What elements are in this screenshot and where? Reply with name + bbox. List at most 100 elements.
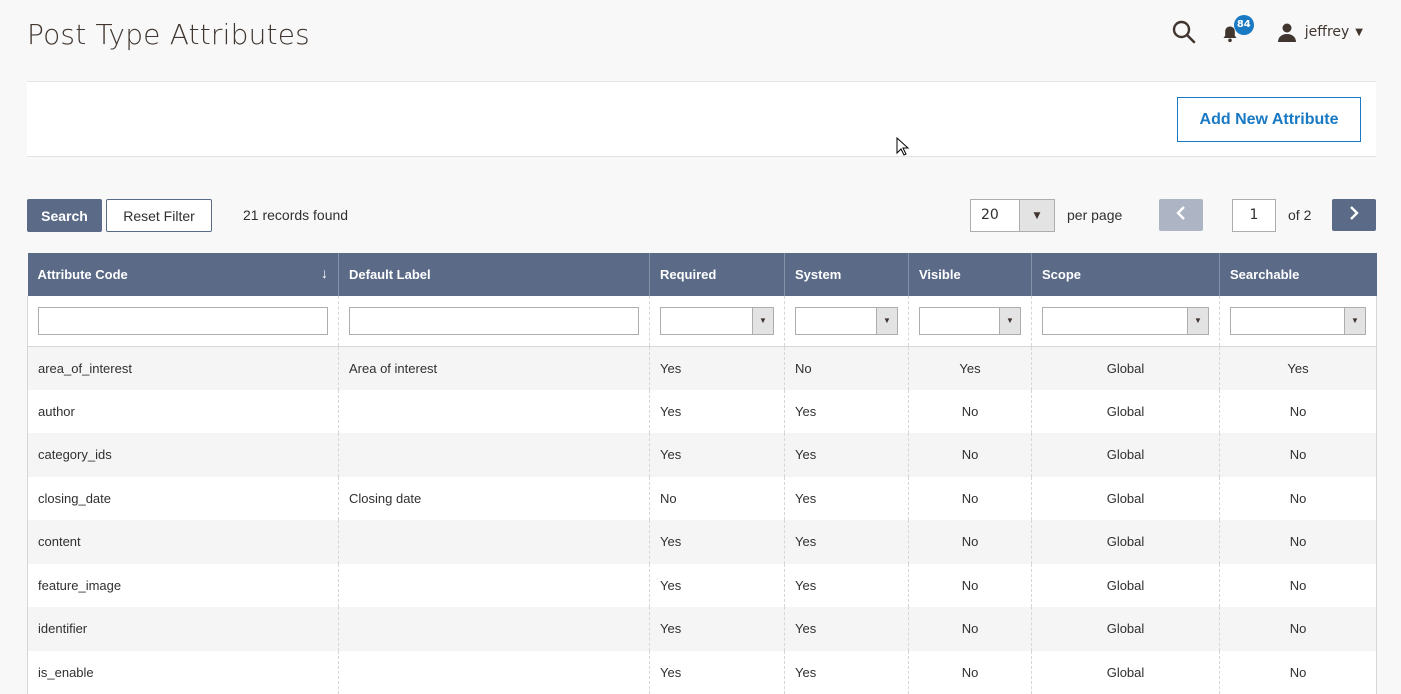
table-row[interactable]: feature_imageYesYesNoGlobalNo — [28, 564, 1377, 608]
user-name: jeffrey — [1305, 24, 1350, 40]
per-page-label: per page — [1067, 207, 1122, 223]
grid-header-row: Attribute Code↓ Default Label Required S… — [28, 253, 1377, 296]
cell-required: Yes — [650, 651, 785, 694]
previous-page-button[interactable] — [1159, 199, 1203, 231]
cell-system: Yes — [785, 607, 909, 651]
cell-attribute-code: area_of_interest — [28, 346, 339, 390]
cell-scope: Global — [1032, 390, 1220, 434]
cell-default-label — [339, 607, 650, 651]
cell-default-label — [339, 433, 650, 477]
chevron-down-icon[interactable]: ▼ — [1019, 200, 1054, 231]
cell-system: No — [785, 346, 909, 390]
chevron-down-icon: ▼ — [1187, 308, 1208, 334]
filter-searchable-select[interactable]: ▼ — [1230, 307, 1366, 335]
search-button[interactable]: Search — [27, 199, 102, 232]
cell-searchable: No — [1220, 564, 1377, 608]
cell-visible: No — [909, 607, 1032, 651]
filter-required-select[interactable]: ▼ — [660, 307, 774, 335]
cell-attribute-code: feature_image — [28, 564, 339, 608]
attributes-grid: Attribute Code↓ Default Label Required S… — [27, 253, 1377, 694]
cell-system: Yes — [785, 564, 909, 608]
cell-required: Yes — [650, 346, 785, 390]
cell-searchable: No — [1220, 520, 1377, 564]
cell-attribute-code: identifier — [28, 607, 339, 651]
cell-scope: Global — [1032, 564, 1220, 608]
cell-default-label: Area of interest — [339, 346, 650, 390]
cell-default-label — [339, 564, 650, 608]
cell-required: Yes — [650, 433, 785, 477]
filter-visible-select[interactable]: ▼ — [919, 307, 1021, 335]
per-page-value: 20 — [971, 200, 1019, 231]
filter-attribute-code-input[interactable] — [38, 307, 328, 335]
per-page-select[interactable]: 20 ▼ — [970, 199, 1055, 232]
filter-system-select[interactable]: ▼ — [795, 307, 898, 335]
cell-visible: No — [909, 433, 1032, 477]
cell-system: Yes — [785, 433, 909, 477]
cell-required: Yes — [650, 564, 785, 608]
cell-scope: Global — [1032, 433, 1220, 477]
table-row[interactable]: closing_dateClosing dateNoYesNoGlobalNo — [28, 477, 1377, 521]
cell-required: No — [650, 477, 785, 521]
cell-system: Yes — [785, 390, 909, 434]
mouse-cursor-icon — [896, 137, 910, 157]
reset-filter-button[interactable]: Reset Filter — [106, 199, 212, 232]
cell-default-label — [339, 520, 650, 564]
cell-scope: Global — [1032, 607, 1220, 651]
cell-scope: Global — [1032, 477, 1220, 521]
cell-visible: No — [909, 390, 1032, 434]
table-row[interactable]: is_enableYesYesNoGlobalNo — [28, 651, 1377, 694]
user-menu[interactable]: jeffrey ▼ — [1277, 22, 1363, 42]
cell-default-label — [339, 651, 650, 694]
column-header-visible[interactable]: Visible — [909, 253, 1032, 296]
table-row[interactable]: contentYesYesNoGlobalNo — [28, 520, 1377, 564]
cell-system: Yes — [785, 477, 909, 521]
column-header-attribute-code[interactable]: Attribute Code↓ — [28, 253, 339, 296]
notifications-button[interactable]: 84 — [1221, 21, 1239, 43]
cell-default-label — [339, 390, 650, 434]
search-icon[interactable] — [1171, 19, 1197, 45]
cell-system: Yes — [785, 651, 909, 694]
page-number-input[interactable]: 1 — [1232, 199, 1276, 232]
cell-scope: Global — [1032, 346, 1220, 390]
column-header-default-label[interactable]: Default Label — [339, 253, 650, 296]
cell-searchable: Yes — [1220, 346, 1377, 390]
cell-attribute-code: closing_date — [28, 477, 339, 521]
filter-default-label-input[interactable] — [349, 307, 639, 335]
add-new-attribute-button[interactable]: Add New Attribute — [1177, 97, 1361, 142]
column-header-searchable[interactable]: Searchable — [1220, 253, 1377, 296]
cell-required: Yes — [650, 520, 785, 564]
cell-searchable: No — [1220, 651, 1377, 694]
total-pages: of 2 — [1288, 207, 1311, 223]
user-icon — [1277, 22, 1297, 42]
cell-attribute-code: category_ids — [28, 433, 339, 477]
next-page-button[interactable] — [1332, 199, 1376, 231]
filter-scope-select[interactable]: ▼ — [1042, 307, 1209, 335]
cell-scope: Global — [1032, 520, 1220, 564]
cell-scope: Global — [1032, 651, 1220, 694]
cell-searchable: No — [1220, 607, 1377, 651]
cell-visible: No — [909, 564, 1032, 608]
cell-visible: No — [909, 651, 1032, 694]
cell-required: Yes — [650, 607, 785, 651]
cell-searchable: No — [1220, 390, 1377, 434]
chevron-left-icon — [1176, 206, 1186, 220]
cell-attribute-code: content — [28, 520, 339, 564]
table-row[interactable]: category_idsYesYesNoGlobalNo — [28, 433, 1377, 477]
table-row[interactable]: authorYesYesNoGlobalNo — [28, 390, 1377, 434]
cell-attribute-code: is_enable — [28, 651, 339, 694]
filter-row: ▼ ▼ ▼ ▼ ▼ — [28, 296, 1377, 346]
sort-arrow-icon: ↓ — [321, 265, 328, 281]
table-row[interactable]: identifierYesYesNoGlobalNo — [28, 607, 1377, 651]
column-header-required[interactable]: Required — [650, 253, 785, 296]
cell-required: Yes — [650, 390, 785, 434]
page-actions-bar: Add New Attribute — [27, 81, 1376, 157]
page-title: Post Type Attributes — [27, 18, 310, 51]
notification-badge: 84 — [1234, 15, 1254, 35]
column-header-system[interactable]: System — [785, 253, 909, 296]
column-header-scope[interactable]: Scope — [1032, 253, 1220, 296]
cell-attribute-code: author — [28, 390, 339, 434]
caret-down-icon: ▼ — [1355, 27, 1363, 38]
records-found: 21 records found — [243, 207, 348, 223]
cell-searchable: No — [1220, 477, 1377, 521]
table-row[interactable]: area_of_interestArea of interestYesNoYes… — [28, 346, 1377, 390]
